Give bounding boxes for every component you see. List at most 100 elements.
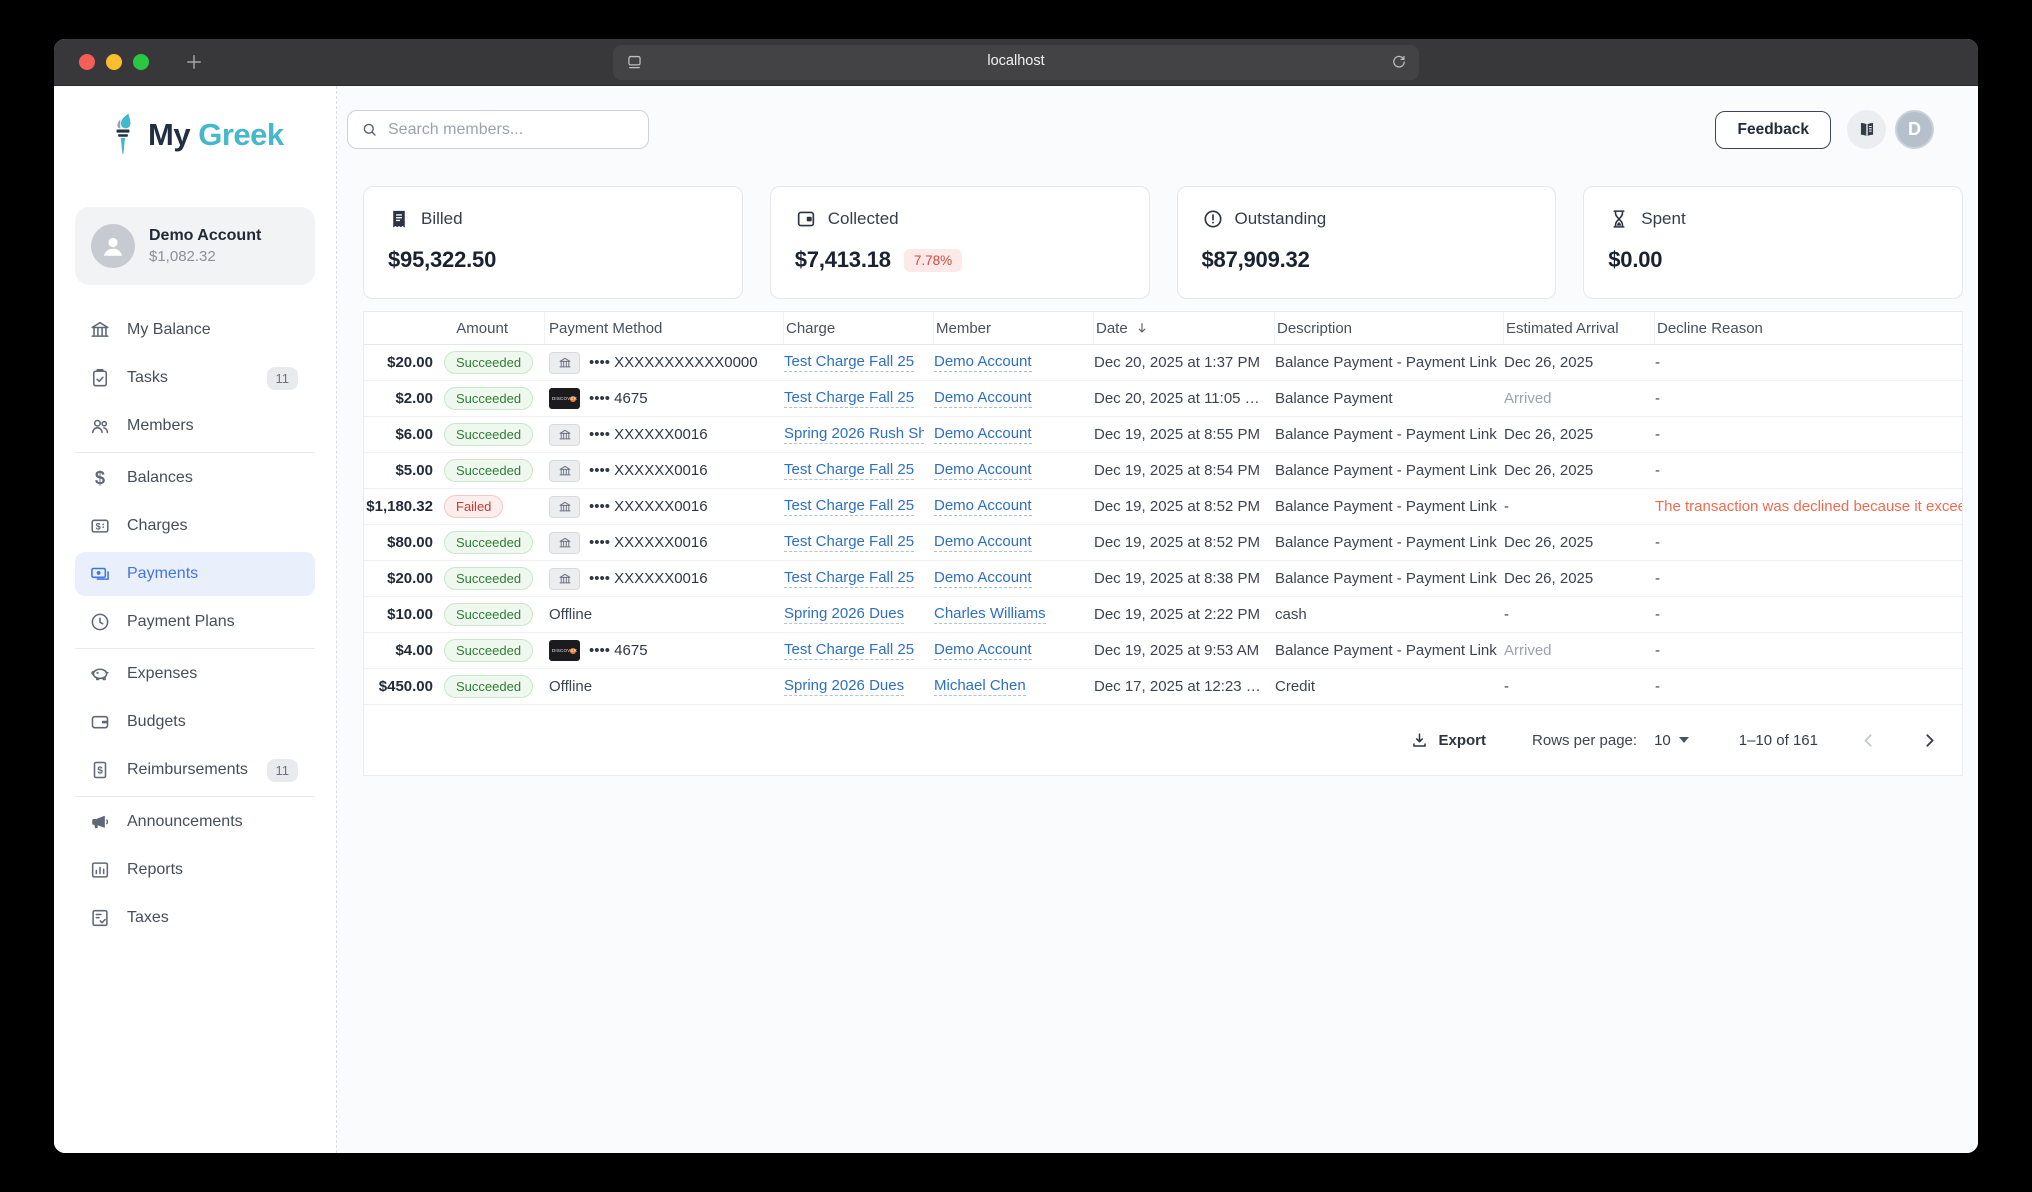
sidebar-item-charges[interactable]: Charges: [75, 504, 315, 548]
member-link[interactable]: Demo Account: [934, 353, 1032, 372]
payment-method-cell: •••• XXXXXXXXXXX0000: [545, 345, 784, 380]
member-link[interactable]: Michael Chen: [934, 677, 1026, 696]
app-logo[interactable]: My Greek: [106, 112, 284, 158]
users-icon: [89, 415, 111, 437]
rows-per-page-select[interactable]: 10: [1654, 732, 1689, 749]
member-link[interactable]: Charles Williams: [934, 605, 1046, 624]
download-icon: [1410, 731, 1429, 750]
url-text: localhost: [613, 53, 1419, 69]
traffic-lights: [79, 54, 149, 70]
charges-icon: [89, 515, 111, 537]
table-row[interactable]: $2.00Succeeded DISCOVER•••• 4675 Test Ch…: [364, 381, 1962, 417]
bank-icon: [549, 424, 580, 446]
column-header-date[interactable]: Date: [1094, 312, 1275, 344]
charge-link[interactable]: Test Charge Fall 25: [784, 389, 914, 408]
sidebar-item-announcements[interactable]: Announcements: [75, 800, 315, 844]
member-link[interactable]: Demo Account: [934, 425, 1032, 444]
fullscreen-button[interactable]: [133, 54, 149, 70]
sidebar-item-budgets[interactable]: Budgets: [75, 700, 315, 744]
charge-link[interactable]: Test Charge Fall 25: [784, 533, 914, 552]
amount: $1,180.32: [364, 498, 433, 515]
sidebar-item-payments[interactable]: Payments: [75, 552, 315, 596]
reload-icon[interactable]: [1390, 53, 1408, 71]
charge-link[interactable]: Test Charge Fall 25: [784, 641, 914, 660]
member-link[interactable]: Demo Account: [934, 461, 1032, 480]
charge-link[interactable]: Spring 2026 Dues: [784, 677, 904, 696]
sidebar-item-reimbursements[interactable]: Reimbursements 11: [75, 748, 315, 792]
column-header-payment-method[interactable]: Payment Method: [545, 312, 784, 344]
amount: $20.00: [364, 570, 433, 587]
decline-cell: -: [1655, 669, 1962, 704]
member-link[interactable]: Demo Account: [934, 497, 1032, 516]
column-header-estimated-arrival[interactable]: Estimated Arrival: [1504, 312, 1655, 344]
charge-link[interactable]: Test Charge Fall 25: [784, 497, 914, 516]
new-tab-icon[interactable]: [183, 51, 205, 73]
column-header-charge[interactable]: Charge: [784, 312, 934, 344]
sidebar: My Greek Demo Account $1,082.32 My Balan…: [54, 86, 337, 1153]
charge-link[interactable]: Spring 2026 Rush Shir: [784, 425, 924, 444]
address-bar[interactable]: localhost: [613, 45, 1419, 80]
member-link[interactable]: Demo Account: [934, 569, 1032, 588]
export-button[interactable]: Export: [1410, 731, 1486, 750]
column-header-amount[interactable]: Amount: [364, 312, 545, 344]
sidebar-divider: [75, 796, 315, 797]
user-avatar[interactable]: D: [1895, 110, 1934, 149]
payment-method-cell: •••• XXXXXX0016: [545, 417, 784, 452]
table-row[interactable]: $450.00 Succeeded Offline Spring 2026 Due…: [364, 669, 1962, 705]
status-badge: Succeeded: [444, 639, 533, 662]
minimize-button[interactable]: [106, 54, 122, 70]
charge-link[interactable]: Spring 2026 Dues: [784, 605, 904, 624]
sidebar-item-taxes[interactable]: Taxes: [75, 896, 315, 940]
app: My Greek Demo Account $1,082.32 My Balan…: [54, 86, 1978, 1153]
member-link[interactable]: Demo Account: [934, 533, 1032, 552]
sidebar-item-payment-plans[interactable]: Payment Plans: [75, 600, 315, 644]
stat-card-spent: Spent $0.00: [1583, 186, 1963, 299]
search-box[interactable]: [347, 110, 649, 149]
decline-cell: -: [1655, 597, 1962, 632]
payments-table: AmountPayment MethodChargeMemberDateDesc…: [363, 311, 1963, 776]
sidebar-item-balances[interactable]: Balances: [75, 456, 315, 500]
account-balance: $1,082.32: [149, 248, 261, 265]
sidebar-item-expenses[interactable]: Expenses: [75, 652, 315, 696]
member-link[interactable]: Demo Account: [934, 641, 1032, 660]
stat-label: Spent: [1641, 209, 1685, 229]
table-row[interactable]: $6.00Succeeded •••• XXXXXX0016 Spring 20…: [364, 417, 1962, 453]
discover-card-icon: DISCOVER: [549, 388, 580, 409]
sidebar-item-members[interactable]: Members: [75, 404, 315, 448]
status-badge: Succeeded: [444, 675, 533, 698]
sidebar-item-tasks[interactable]: Tasks 11: [75, 356, 315, 400]
column-header-member[interactable]: Member: [934, 312, 1094, 344]
stat-value: $87,909.32: [1202, 247, 1310, 273]
table-row[interactable]: $10.00Succeeded Offline Spring 2026 Dues…: [364, 597, 1962, 633]
stat-card-collected: Collected $7,413.18 7.78%: [770, 186, 1150, 299]
column-header-decline-reason[interactable]: Decline Reason: [1655, 312, 1962, 344]
close-button[interactable]: [79, 54, 95, 70]
bank-icon: [89, 319, 111, 341]
stat-value: $7,413.18: [795, 247, 891, 273]
sidebar-item-reports[interactable]: Reports: [75, 848, 315, 892]
description-cell: Balance Payment - Payment Link: [1275, 453, 1504, 488]
table-row[interactable]: $4.00Succeeded DISCOVER•••• 4675 Test Ch…: [364, 633, 1962, 669]
charge-link[interactable]: Test Charge Fall 25: [784, 461, 914, 480]
table-row[interactable]: $80.00Succeeded •••• XXXXXX0016 Test Cha…: [364, 525, 1962, 561]
payment-method-cell: Offline: [545, 669, 784, 704]
table-row[interactable]: $1,180.32Failed •••• XXXXXX0016 Test Cha…: [364, 489, 1962, 525]
table-row[interactable]: $20.00Succeeded •••• XXXXXXXXXXX0000 Tes…: [364, 345, 1962, 381]
charge-link[interactable]: Test Charge Fall 25: [784, 569, 914, 588]
amount: $450.00: [364, 678, 433, 695]
column-header-description[interactable]: Description: [1275, 312, 1504, 344]
prev-page-icon[interactable]: [1858, 730, 1879, 751]
sidebar-item-my-balance[interactable]: My Balance: [75, 308, 315, 352]
feedback-button[interactable]: Feedback: [1715, 111, 1831, 149]
table-row[interactable]: $20.00Succeeded •••• XXXXXX0016 Test Cha…: [364, 561, 1962, 597]
search-input[interactable]: [388, 121, 618, 139]
member-link[interactable]: Demo Account: [934, 389, 1032, 408]
arrival-cell: Dec 26, 2025: [1504, 453, 1655, 488]
bank-icon: [549, 568, 580, 590]
docs-button[interactable]: [1847, 110, 1886, 149]
table-row[interactable]: $5.00Succeeded •••• XXXXXX0016 Test Char…: [364, 453, 1962, 489]
next-page-icon[interactable]: [1919, 730, 1940, 751]
account-card[interactable]: Demo Account $1,082.32: [75, 207, 315, 285]
charge-link[interactable]: Test Charge Fall 25: [784, 353, 914, 372]
payment-method-cell: •••• XXXXXX0016: [545, 525, 784, 560]
